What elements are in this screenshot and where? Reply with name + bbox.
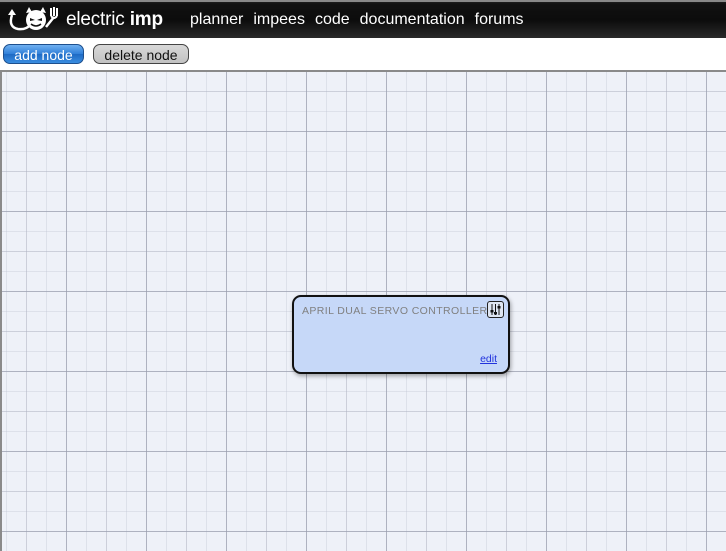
brand-light: electric: [66, 9, 125, 30]
top-navigation-bar: electric imp planner impees code documen…: [0, 0, 726, 38]
brand-name[interactable]: electric imp: [66, 9, 163, 31]
nav-documentation[interactable]: documentation: [360, 11, 465, 29]
top-edge: [0, 0, 726, 2]
nav-planner[interactable]: planner: [190, 11, 243, 29]
node-title: APRIL DUAL SERVO CONTROLLER: [302, 305, 488, 317]
brand-bold: imp: [129, 9, 163, 30]
nav-impees[interactable]: impees: [253, 11, 305, 29]
node-card[interactable]: APRIL DUAL SERVO CONTROLLER edit: [292, 295, 510, 374]
toolbar: add node delete node: [0, 38, 726, 70]
add-node-button[interactable]: add node: [3, 44, 84, 64]
sliders-icon[interactable]: [487, 301, 504, 318]
nav-code[interactable]: code: [315, 11, 350, 29]
main-nav: planner impees code documentation forums: [190, 11, 524, 29]
imp-devil-icon[interactable]: [4, 5, 64, 33]
nav-forums[interactable]: forums: [475, 11, 524, 29]
node-edit-link[interactable]: edit: [480, 353, 497, 365]
delete-node-button[interactable]: delete node: [93, 44, 189, 64]
